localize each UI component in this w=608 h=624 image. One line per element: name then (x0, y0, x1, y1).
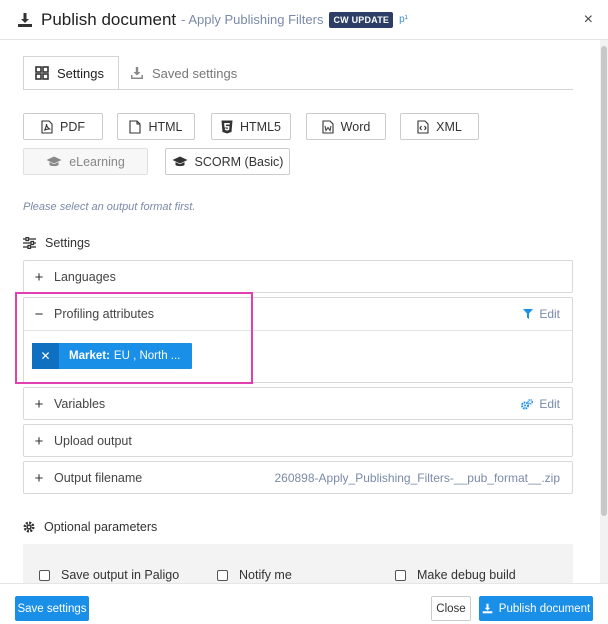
format-html5-button[interactable]: HTML5 (211, 113, 291, 140)
highlight-box (15, 292, 253, 384)
debug-build-checkbox-box[interactable] (395, 569, 406, 581)
format-elearning-label: eLearning (69, 154, 125, 169)
save-output-checkbox-box[interactable] (39, 569, 50, 581)
gears-icon (521, 398, 534, 410)
grid-icon (35, 66, 49, 80)
output-filename-value: 260898-Apply_Publishing_Filters-__pub_fo… (274, 471, 560, 485)
dialog-title: Publish document (41, 9, 177, 29)
debug-build-label: Make debug build (417, 568, 516, 582)
format-html-button[interactable]: HTML (117, 113, 195, 140)
version-indicator[interactable]: p¹ (399, 14, 408, 25)
sliders-icon (23, 237, 36, 249)
variables-edit-label: Edit (539, 397, 560, 411)
xml-icon (417, 119, 429, 134)
languages-panel-header[interactable]: + Languages (24, 261, 572, 293)
optional-parameters-title: Optional parameters (23, 520, 157, 534)
output-filename-label: Output filename (54, 471, 143, 485)
upload-output-header[interactable]: + Upload output (24, 425, 572, 457)
gear-icon (23, 521, 35, 533)
tab-saved-settings[interactable]: Saved settings (119, 56, 251, 90)
format-pdf-button[interactable]: PDF (23, 113, 103, 140)
plus-icon: + (34, 395, 44, 413)
graduation-cap-icon (172, 156, 188, 168)
format-scorm-label: SCORM (Basic) (194, 154, 284, 169)
variables-panel-header[interactable]: + Variables Edit (24, 388, 572, 420)
format-elearning-button[interactable]: eLearning (23, 148, 148, 175)
optional-parameters-label: Optional parameters (44, 520, 158, 534)
notify-me-checkbox-box[interactable] (217, 569, 228, 581)
debug-build-checkbox[interactable]: Make debug build (395, 568, 516, 582)
plus-icon: + (34, 469, 44, 487)
plus-icon: + (34, 268, 44, 286)
profiling-edit-label: Edit (539, 307, 560, 321)
upload-output-panel: + Upload output (23, 424, 573, 457)
plus-icon: + (34, 432, 44, 450)
format-html-label: HTML (148, 119, 183, 134)
scrollbar-thumb[interactable] (601, 46, 607, 516)
html5-icon (221, 120, 233, 134)
word-icon (322, 119, 334, 134)
publish-document-label: Publish document (498, 602, 591, 615)
tab-divider (23, 89, 573, 90)
scrollbar[interactable] (600, 40, 608, 583)
html-file-icon (129, 119, 142, 134)
dialog-header: Publish document - Apply Publishing Filt… (0, 0, 608, 40)
format-hint: Please select an output format first. (23, 201, 196, 213)
format-html5-label: HTML5 (240, 119, 281, 134)
tab-bar: Settings Saved settings (23, 56, 251, 90)
languages-panel: + Languages (23, 260, 573, 293)
format-xml-label: XML (436, 119, 462, 134)
output-filename-header[interactable]: + Output filename 260898-Apply_Publishin… (24, 462, 572, 494)
close-button[interactable]: Close (431, 596, 471, 621)
document-name: - Apply Publishing Filters (181, 12, 324, 27)
variables-label: Variables (54, 397, 106, 411)
close-icon[interactable]: × (584, 12, 593, 28)
format-word-button[interactable]: Word (306, 113, 386, 140)
tab-saved-settings-label: Saved settings (151, 65, 238, 81)
format-scorm-button[interactable]: SCORM (Basic) (165, 148, 290, 175)
languages-label: Languages (54, 270, 116, 284)
notify-me-checkbox[interactable]: Notify me (217, 568, 292, 582)
settings-section-title: Settings (23, 236, 90, 250)
save-settings-button[interactable]: Save settings (15, 596, 89, 621)
dialog-footer: Save settings Close Publish document (0, 583, 608, 624)
format-xml-button[interactable]: XML (400, 113, 479, 140)
save-output-checkbox[interactable]: Save output in Paligo (39, 568, 179, 582)
tab-settings-label: Settings (57, 65, 104, 81)
save-output-label: Save output in Paligo (61, 568, 180, 582)
filter-icon (523, 309, 534, 319)
status-badge: CW UPDATE (329, 11, 394, 28)
variables-panel: + Variables Edit (23, 387, 573, 420)
profiling-edit-link[interactable]: Edit (523, 307, 560, 321)
upload-output-label: Upload output (54, 434, 132, 448)
variables-edit-link[interactable]: Edit (521, 397, 560, 411)
tab-settings[interactable]: Settings (23, 56, 119, 90)
download-icon (482, 603, 493, 614)
notify-me-label: Notify me (239, 568, 292, 582)
format-pdf-label: PDF (60, 119, 85, 134)
graduation-cap-icon (46, 156, 62, 168)
download-tray-icon (130, 66, 144, 80)
format-word-label: Word (340, 119, 371, 134)
settings-section-label: Settings (45, 236, 91, 250)
publish-document-button[interactable]: Publish document (479, 596, 593, 621)
output-filename-panel: + Output filename 260898-Apply_Publishin… (23, 461, 573, 494)
pdf-icon (41, 119, 53, 134)
download-icon (17, 12, 33, 28)
